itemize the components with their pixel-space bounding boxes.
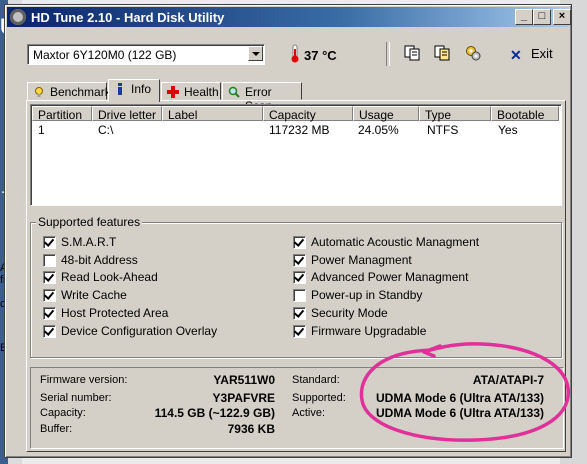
feature-label: S.M.A.R.T — [61, 235, 117, 249]
table-cell: NTFS — [427, 123, 459, 137]
checkbox-smart[interactable] — [43, 236, 56, 249]
tab-label: Benchmark — [50, 85, 111, 99]
copy-icon[interactable] — [403, 44, 421, 62]
copy-all-icon[interactable] — [433, 44, 451, 62]
buffer-value: 7936 KB — [227, 422, 275, 436]
serial-value: Y3PAFVRE — [212, 391, 275, 405]
checkbox-power-up-in-standby[interactable] — [293, 289, 306, 302]
exit-icon[interactable]: ✕ — [510, 47, 522, 64]
feature-label: Write Cache — [61, 288, 127, 302]
temperature-readout: 37 °C — [304, 48, 337, 63]
health-icon — [167, 86, 179, 98]
error-scan-icon — [228, 86, 240, 98]
table-cell: 24.05% — [358, 123, 399, 137]
feature-label: Device Configuration Overlay — [61, 324, 218, 338]
buffer-label: Buffer: — [40, 423, 73, 435]
drive-selected: Maxtor 6Y120M0 (122 GB) — [33, 48, 177, 62]
serial-label: Serial number: — [40, 392, 112, 404]
benchmark-icon — [35, 87, 43, 97]
feature-label: Host Protected Area — [61, 306, 169, 320]
column-header[interactable]: Bootable — [491, 106, 559, 122]
close-button[interactable]: × — [553, 9, 571, 25]
chevron-down-icon[interactable] — [248, 46, 263, 61]
column-header[interactable]: Usage — [353, 106, 419, 122]
app-icon — [10, 9, 26, 25]
checkbox-advanced-power-managment[interactable] — [293, 271, 306, 284]
minimize-button[interactable]: _ — [515, 9, 533, 25]
supported-label: Supported: — [292, 392, 346, 404]
checkbox-security-mode[interactable] — [293, 307, 306, 320]
checkbox-read-look-ahead[interactable] — [43, 271, 56, 284]
standard-label: Standard: — [292, 374, 340, 386]
window-title: HD Tune 2.10 - Hard Disk Utility — [31, 10, 225, 25]
column-header[interactable]: Drive letter — [92, 106, 162, 122]
thermometer-icon — [291, 44, 299, 63]
exit-button[interactable]: Exit — [531, 46, 553, 61]
toolbar-separator — [386, 42, 390, 66]
checkbox-48bit-address[interactable] — [43, 254, 56, 267]
column-header[interactable]: Partition — [32, 106, 92, 122]
drive-dropdown[interactable]: Maxtor 6Y120M0 (122 GB) — [27, 44, 265, 65]
firmware-label: Firmware version: — [40, 374, 128, 386]
maximize-button[interactable]: □ — [533, 9, 551, 25]
firmware-value: YAR511W0 — [213, 373, 275, 387]
feature-label: Power-up in Standby — [311, 288, 423, 302]
table-cell: Yes — [498, 123, 518, 137]
table-cell: 1 — [38, 123, 45, 137]
column-header[interactable]: Capacity — [263, 106, 353, 122]
capacity-label: Capacity: — [40, 407, 86, 419]
tab-label: Health — [184, 85, 219, 99]
feature-label: Automatic Acoustic Managment — [311, 235, 480, 249]
info-icon — [118, 83, 122, 95]
annotation-circle — [359, 342, 570, 442]
table-cell: 117232 MB — [269, 123, 330, 137]
checkbox-firmware-upgradable[interactable] — [293, 325, 306, 338]
features-title: Supported features — [36, 215, 143, 229]
active-label: Active: — [292, 407, 326, 419]
checkbox-power-managment[interactable] — [293, 254, 306, 267]
checkbox-automatic-acoustic-managment[interactable] — [293, 236, 306, 249]
feature-label: Advanced Power Managment — [311, 270, 469, 284]
tab-error-scan[interactable]: Error Scan — [222, 82, 302, 113]
column-header[interactable]: Type — [419, 106, 491, 122]
tab-benchmark[interactable]: Benchmark — [27, 82, 111, 100]
title-bar[interactable]: HD Tune 2.10 - Hard Disk Utility _ □ × — [7, 7, 571, 27]
checkbox-host-protected-area[interactable] — [43, 307, 56, 320]
feature-label: Firmware Upgradable — [311, 324, 427, 338]
capacity-value: 114.5 GB (~122.9 GB) — [154, 406, 275, 420]
column-header[interactable]: Label — [162, 106, 263, 122]
checkbox-device-configuration-overlay[interactable] — [43, 325, 56, 338]
partition-table[interactable]: Partition Drive letter Label Capacity Us… — [30, 104, 562, 206]
tab-info[interactable]: Info — [108, 79, 160, 102]
feature-label: Read Look-Ahead — [61, 270, 158, 284]
checkbox-write-cache[interactable] — [43, 289, 56, 302]
table-cell: C:\ — [98, 123, 114, 137]
feature-label: Security Mode — [311, 306, 388, 320]
feature-label: 48-bit Address — [61, 253, 138, 267]
feature-label: Power Managment — [311, 253, 412, 267]
options-icon[interactable] — [464, 44, 482, 62]
tab-label: Info — [131, 82, 152, 96]
tab-health[interactable]: Health — [161, 82, 221, 100]
